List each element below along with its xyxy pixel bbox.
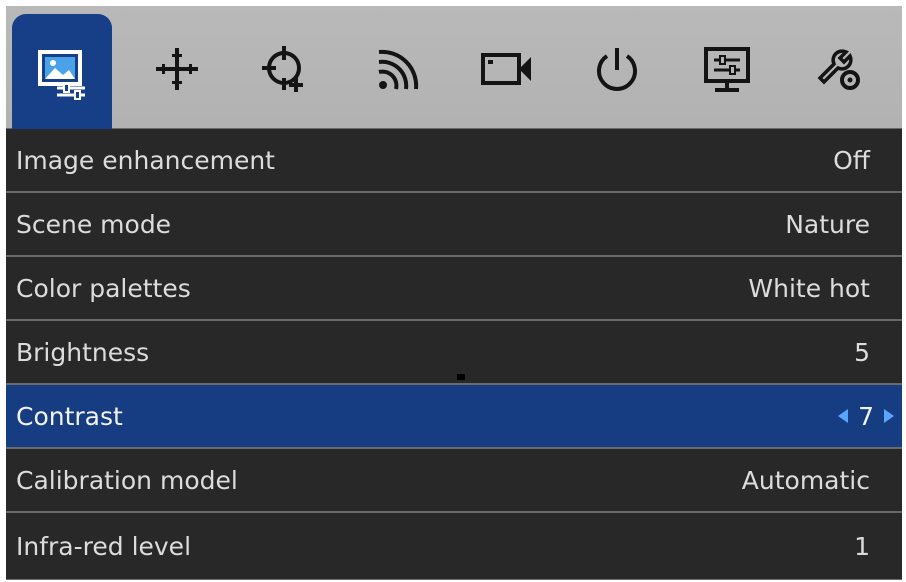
menu-row-value: Nature xyxy=(785,209,870,239)
tools-settings-icon xyxy=(817,49,860,90)
menu-row-color-palettes[interactable]: Color palettes White hot xyxy=(6,257,902,319)
video-camera-icon xyxy=(481,53,531,85)
menu-row-brightness[interactable]: Brightness 5 xyxy=(6,321,902,383)
menu-row-value: 5 xyxy=(854,337,870,367)
menu-row-scene-mode[interactable]: Scene mode Nature xyxy=(6,193,902,255)
tab-crosshair[interactable] xyxy=(127,16,227,122)
display-settings-icon xyxy=(704,47,750,92)
menu-row-value: 1 xyxy=(854,531,870,561)
tab-power[interactable] xyxy=(567,16,667,122)
power-icon xyxy=(597,48,637,91)
menu-row-label: Calibration model xyxy=(16,465,238,495)
menu-row-calibration-model[interactable]: Calibration model Automatic xyxy=(6,449,902,511)
tab-image-settings[interactable] xyxy=(12,14,112,132)
menu-row-image-enhancement[interactable]: Image enhancement Off xyxy=(6,129,902,191)
tab-tools[interactable] xyxy=(787,16,887,122)
increase-arrow-icon[interactable] xyxy=(884,409,894,423)
menu-row-label: Infra-red level xyxy=(16,531,192,561)
reticle-plus-icon xyxy=(262,46,303,92)
menu-row-label: Image enhancement xyxy=(16,145,275,175)
wifi-signal-icon xyxy=(378,49,419,90)
menu-row-label: Color palettes xyxy=(16,273,191,303)
value-selector: 7 xyxy=(838,402,894,431)
menu-row-label: Contrast xyxy=(16,401,123,431)
menu-row-value: White hot xyxy=(748,273,870,303)
menu-row-value: Automatic xyxy=(741,465,870,495)
tab-video[interactable] xyxy=(457,16,557,122)
tab-display[interactable] xyxy=(677,16,777,122)
menu-row-value: 7 xyxy=(858,401,874,431)
menu-row-infrared-level[interactable]: Infra-red level 1 xyxy=(6,513,902,579)
menu-row-contrast[interactable]: Contrast 7 xyxy=(6,385,902,447)
tab-bar xyxy=(6,6,902,132)
cursor-dot xyxy=(457,374,465,380)
menu-row-label: Scene mode xyxy=(16,209,172,239)
decrease-arrow-icon[interactable] xyxy=(838,409,849,423)
menu-row-label: Brightness xyxy=(16,337,150,367)
tab-wireless[interactable] xyxy=(347,16,447,122)
menu-row-value: Off xyxy=(833,145,870,175)
settings-menu: Image enhancement Off Scene mode Nature … xyxy=(6,127,902,580)
tab-reticle[interactable] xyxy=(237,16,337,122)
crosshair-move-icon xyxy=(156,48,198,90)
image-settings-icon xyxy=(38,50,85,100)
